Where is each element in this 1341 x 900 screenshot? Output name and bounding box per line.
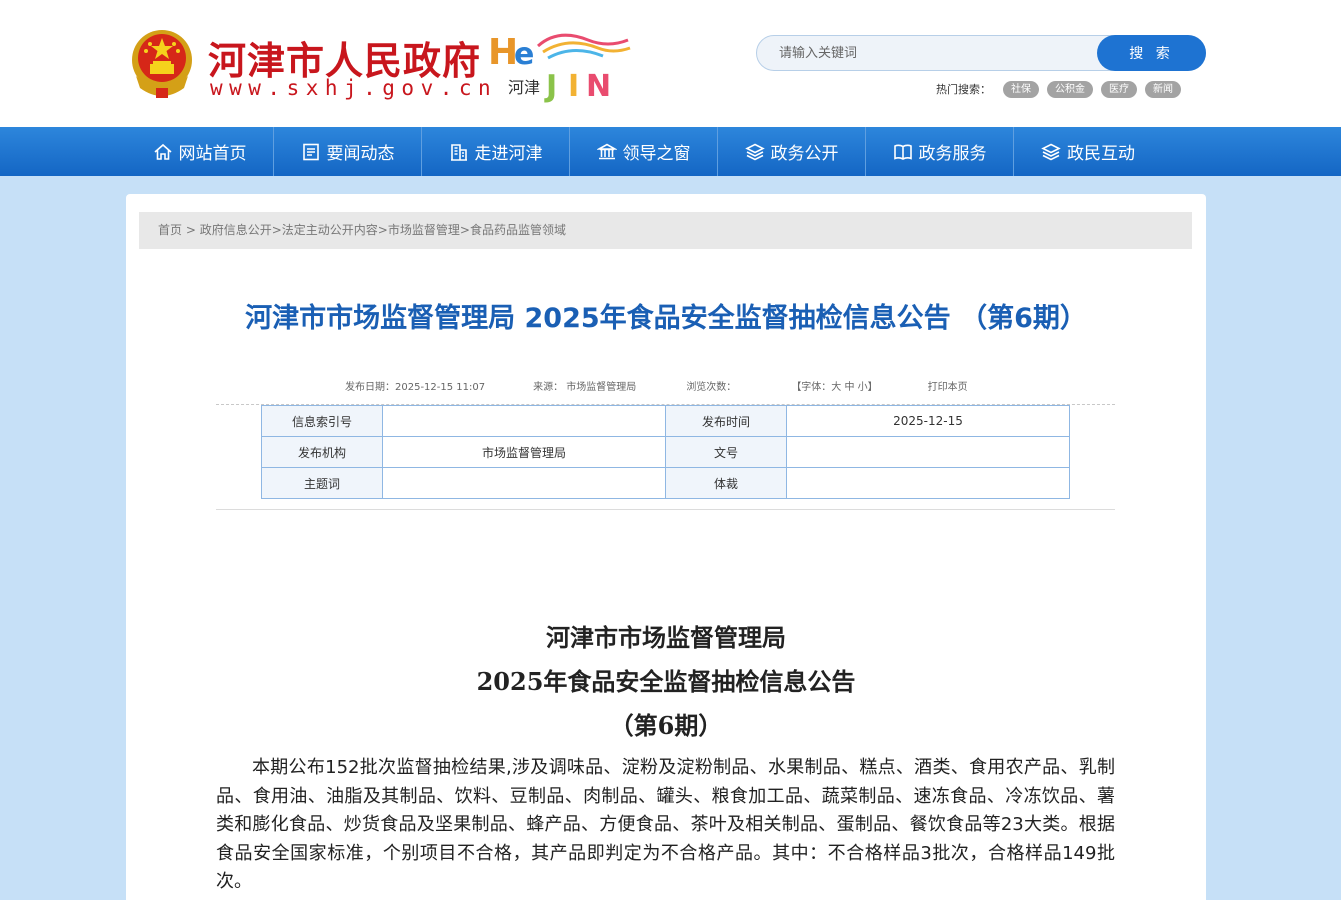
table-value: 市场监督管理局 [382, 436, 666, 468]
svg-text:J: J [544, 69, 557, 104]
government-icon [596, 143, 617, 159]
building-icon [450, 143, 467, 161]
hot-search-tag[interactable]: 医疗 [1101, 80, 1137, 98]
nav-item-public[interactable]: 政务公开 [718, 127, 866, 176]
hot-search: 热门搜索： 社保 公积金 医疗 新闻 [936, 80, 1181, 98]
article-meta: 发布日期：2025-12-15 11:07 来源： 市场监督管理局 浏览次数： … [345, 378, 968, 393]
body-paragraph: 本期公布152批次监督抽检结果,涉及调味品、淀粉及淀粉制品、水果制品、糕点、酒类… [216, 757, 1115, 892]
hot-search-tag[interactable]: 社保 [1003, 80, 1039, 98]
table-label: 信息索引号 [261, 405, 383, 437]
nav-item-label: 政民互动 [1067, 144, 1135, 164]
print-link[interactable]: 打印本页 [928, 378, 968, 393]
info-table: 信息索引号 发布时间 2025-12-15 发布机构 市场监督管理局 文号 主题… [261, 405, 1070, 499]
body-title-line: （第6期） [609, 711, 723, 740]
home-icon [153, 143, 172, 160]
svg-text:I: I [568, 69, 579, 104]
font-size-selector[interactable]: 【字体：大 中 小】 [791, 378, 877, 393]
nav-item-label: 网站首页 [178, 144, 247, 164]
table-label: 主题词 [261, 467, 383, 499]
nav-item-about[interactable]: 走进河津 [422, 127, 570, 176]
table-label: 发布机构 [261, 436, 383, 468]
breadcrumb-link-statutory[interactable]: 法定主动公开内容 [282, 223, 378, 237]
article-source: 来源： 市场监督管理局 [533, 382, 637, 393]
breadcrumb-link-info-public[interactable]: 政府信息公开 [200, 223, 272, 237]
search-box: 搜 索 [756, 35, 1206, 71]
site-header: 河津市人民政府 www.sxhj.gov.cn H e J I N 河津 搜 索… [0, 0, 1341, 127]
breadcrumb-separator: > [182, 223, 200, 237]
hot-search-tag[interactable]: 公积金 [1047, 80, 1093, 98]
breadcrumb-separator: > [271, 223, 282, 237]
nav-item-leaders[interactable]: 领导之窗 [570, 127, 718, 176]
svg-text:e: e [514, 37, 534, 72]
nav-item-services[interactable]: 政务服务 [866, 127, 1014, 176]
breadcrumb-separator: > [459, 223, 470, 237]
breadcrumb-separator: > [377, 223, 388, 237]
table-value [786, 467, 1070, 499]
table-value [786, 436, 1070, 468]
site-url: www.sxhj.gov.cn [210, 76, 498, 100]
book-icon [893, 144, 912, 160]
table-row: 发布机构 市场监督管理局 文号 [261, 436, 1070, 468]
svg-text:N: N [586, 69, 611, 104]
table-row: 主题词 体裁 [261, 467, 1070, 499]
nav-item-label: 走进河津 [474, 144, 543, 164]
main-nav: 网站首页 要闻动态 走进河津 领导之窗 政务公开 政务服务 政民互动 [0, 127, 1341, 176]
table-value [382, 467, 666, 499]
body-title-line: 河津市市场监督管理局 [546, 623, 786, 652]
breadcrumb-link-home[interactable]: 首页 [158, 223, 182, 237]
search-button[interactable]: 搜 索 [1097, 35, 1206, 71]
nav-item-home[interactable]: 网站首页 [126, 127, 274, 176]
nav-item-label: 要闻动态 [326, 144, 395, 164]
layers-icon [744, 143, 765, 160]
hot-search-label: 热门搜索： [936, 83, 991, 96]
stack-icon [1041, 143, 1061, 160]
view-count: 浏览次数： [686, 382, 737, 393]
nav-item-label: 政务服务 [918, 144, 987, 164]
article-card: 首页 > 政府信息公开>法定主动公开内容>市场监督管理>食品药品监管领域 河津市… [126, 194, 1206, 900]
table-label: 发布时间 [665, 405, 787, 437]
table-value: 2025-12-15 [786, 405, 1070, 437]
publish-date: 发布日期：2025-12-15 11:07 [345, 382, 486, 393]
news-icon [302, 143, 319, 160]
logo-text-cn: 河津 [508, 78, 541, 97]
nav-item-label: 领导之窗 [622, 144, 691, 164]
body-title-line: 2025年食品安全监督抽检信息公告 [476, 667, 856, 696]
search-input[interactable] [779, 36, 1089, 70]
nav-item-label: 政务公开 [770, 144, 839, 164]
divider [216, 509, 1115, 510]
national-emblem-icon [132, 30, 192, 98]
nav-item-interaction[interactable]: 政民互动 [1014, 127, 1162, 176]
breadcrumb: 首页 > 政府信息公开>法定主动公开内容>市场监督管理>食品药品监管领域 [139, 212, 1192, 249]
table-label: 文号 [665, 436, 787, 468]
table-label: 体裁 [665, 467, 787, 499]
breadcrumb-link-market[interactable]: 市场监督管理 [388, 223, 460, 237]
table-row: 信息索引号 发布时间 2025-12-15 [261, 405, 1070, 437]
article-title: 河津市市场监督管理局 2025年食品安全监督抽检信息公告 （第6期） [245, 303, 1087, 334]
hot-search-tag[interactable]: 新闻 [1145, 80, 1181, 98]
table-value [382, 405, 666, 437]
breadcrumb-link-food[interactable]: 食品药品监管领域 [470, 223, 566, 237]
nav-item-news[interactable]: 要闻动态 [274, 127, 422, 176]
